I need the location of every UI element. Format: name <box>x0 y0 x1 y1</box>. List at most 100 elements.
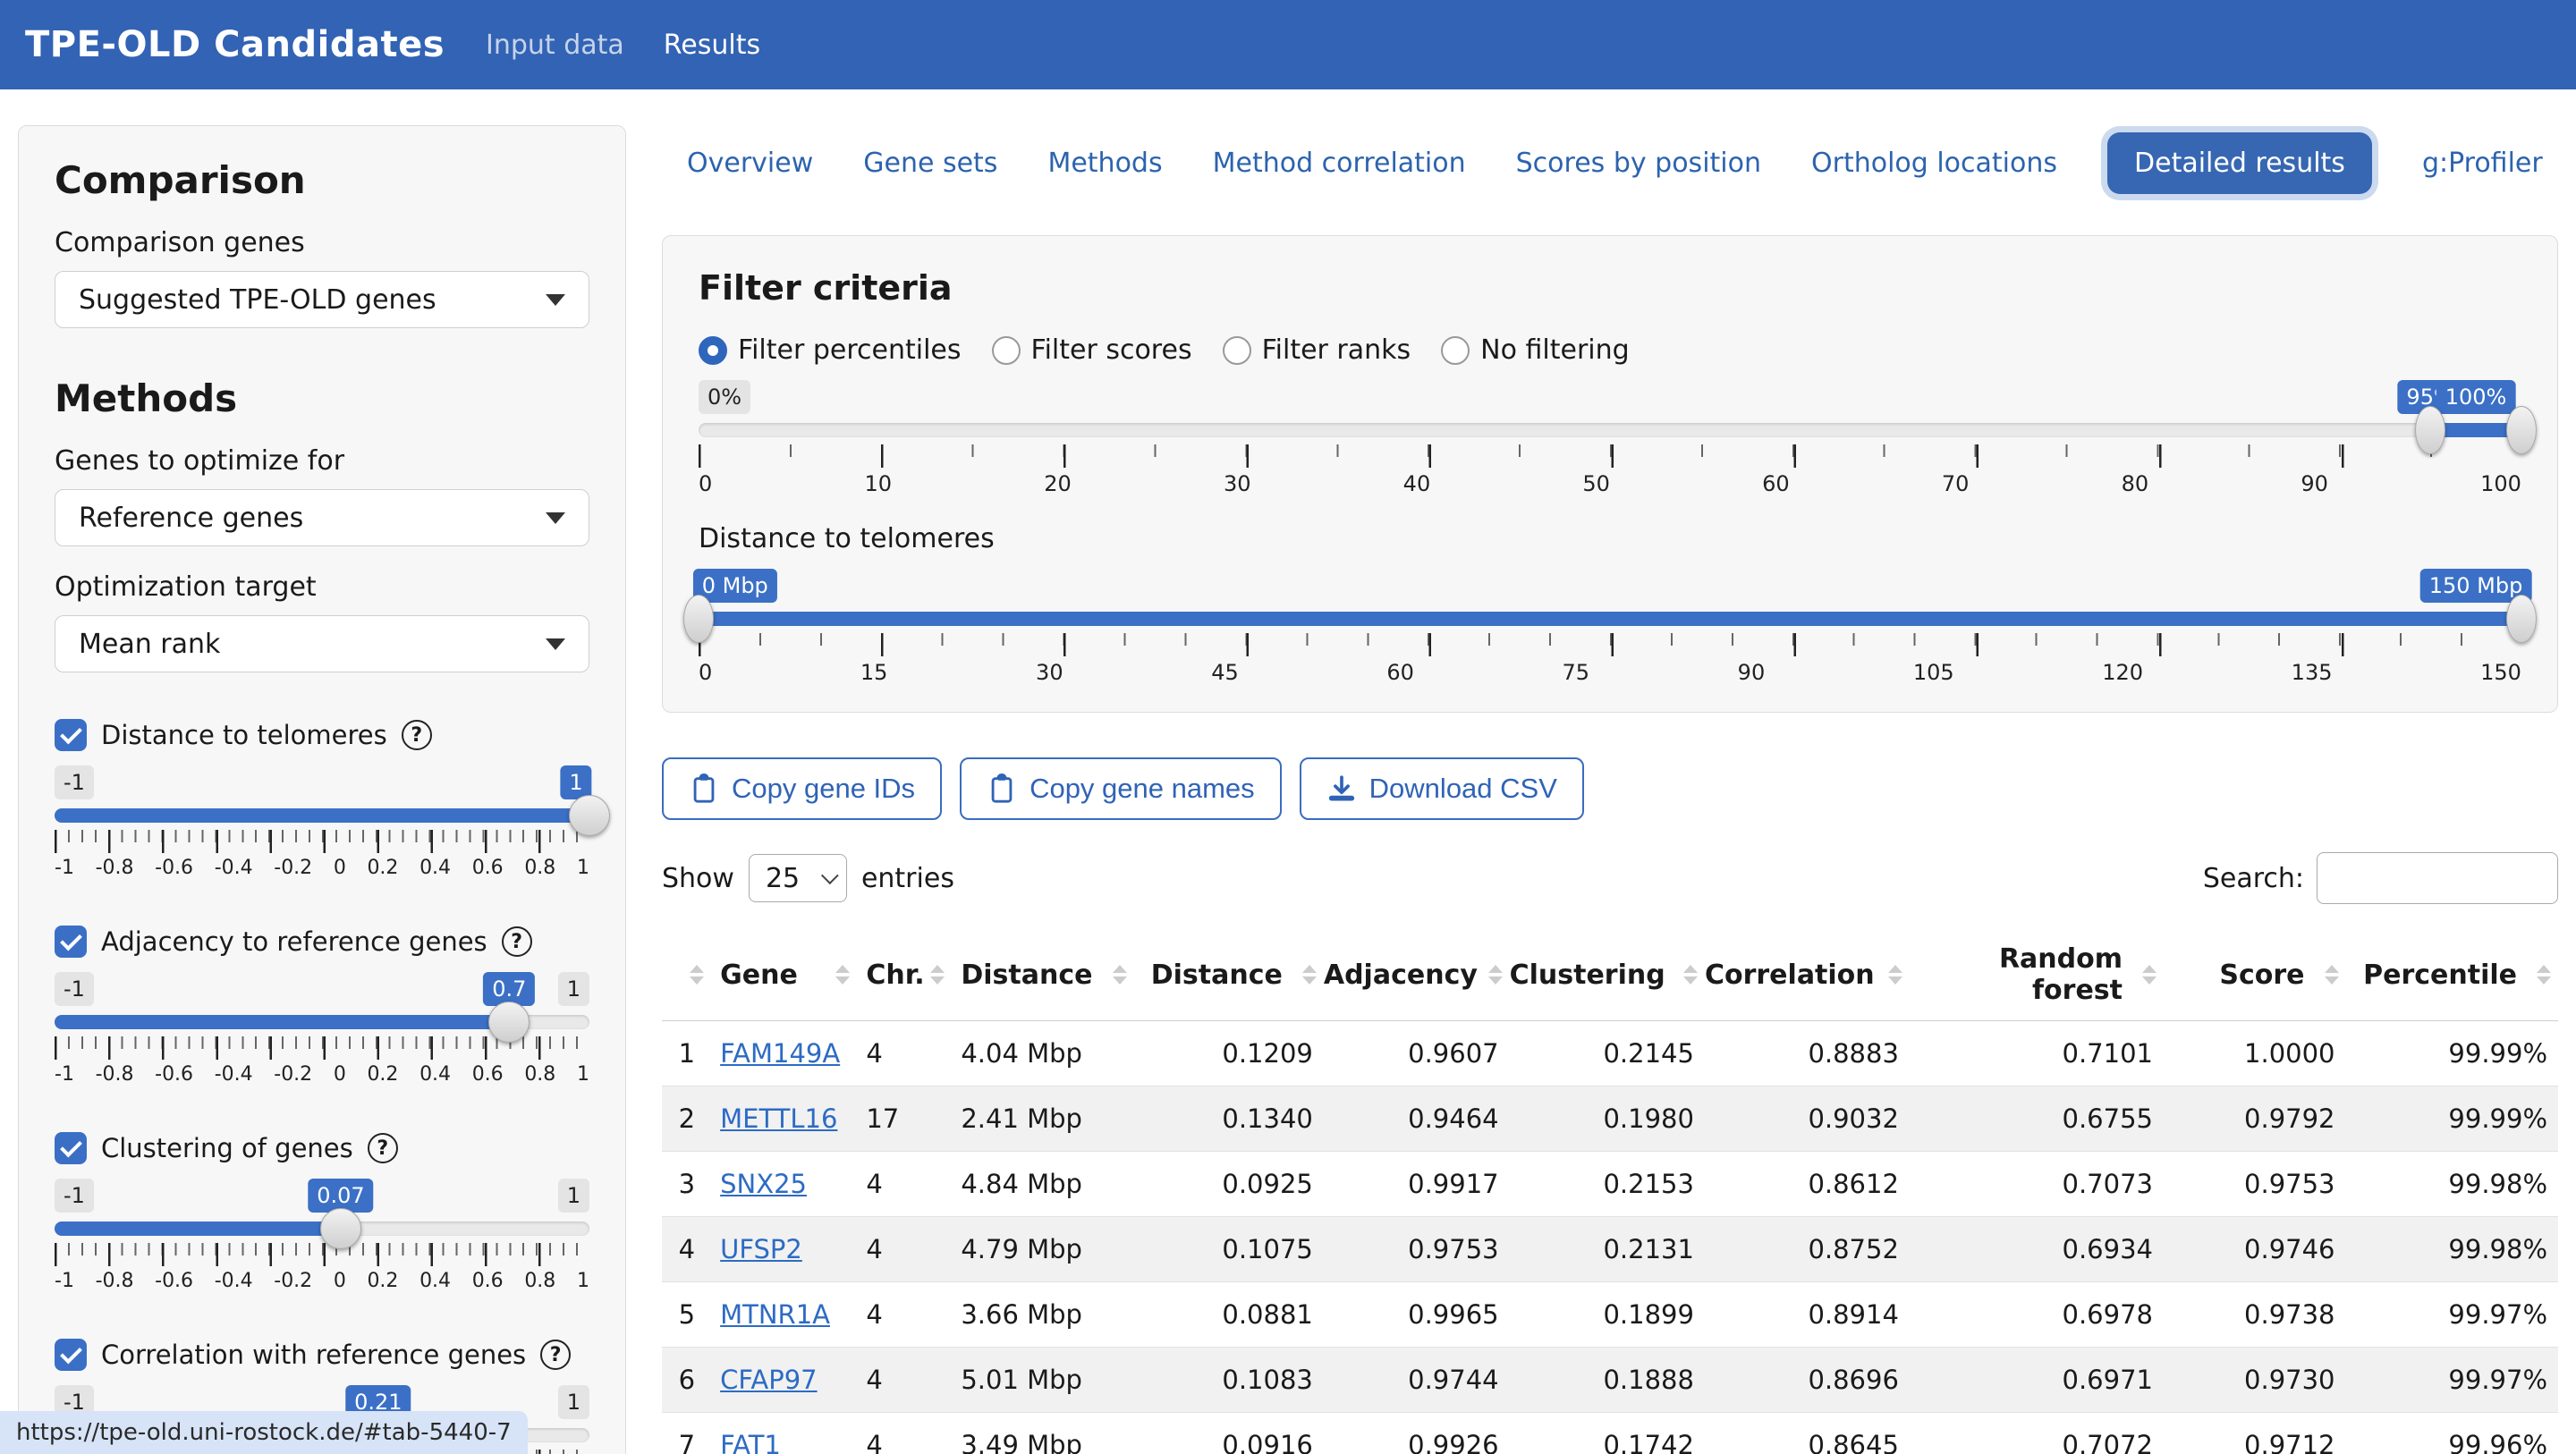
sort-icon <box>1683 965 1698 985</box>
slider-high-label: 100% <box>2436 380 2516 414</box>
radio-icon <box>1223 336 1251 365</box>
percentile-cell: 99.98% <box>2346 1152 2558 1217</box>
gene-link[interactable]: METTL16 <box>720 1103 837 1134</box>
slider-handle[interactable] <box>320 1208 361 1249</box>
header-score[interactable]: Score <box>2164 929 2346 1021</box>
tick-label: -1 <box>55 857 74 879</box>
header-percentile[interactable]: Percentile <box>2346 929 2558 1021</box>
gene-link[interactable]: FAM149A <box>720 1038 840 1069</box>
radio-filter-ranks[interactable]: Filter ranks <box>1223 334 1411 366</box>
genes-to-optimize-select[interactable]: Reference genes <box>55 489 589 546</box>
sort-icon <box>1888 965 1902 985</box>
tab-gene-sets[interactable]: Gene sets <box>863 148 997 179</box>
filter-heading: Filter criteria <box>699 268 2521 308</box>
header-gene[interactable]: Gene <box>711 929 857 1021</box>
nav-link-input-data[interactable]: Input data <box>486 30 624 61</box>
gene-cell: UFSP2 <box>711 1217 857 1282</box>
gene-link[interactable]: SNX25 <box>720 1169 807 1199</box>
header-chr[interactable]: Chr. <box>857 929 952 1021</box>
percentile-range-slider[interactable]: 0% 95% 100% 0102030405060708090100 <box>699 380 2521 496</box>
table-row: 7 FAT1 4 3.49 Mbp 0.0916 0.9926 0.1742 0… <box>662 1413 2558 1454</box>
header-random-forest[interactable]: Random forest <box>1910 929 2164 1021</box>
random-forest-cell: 0.6971 <box>1910 1348 2164 1413</box>
chevron-down-icon <box>821 866 839 884</box>
clustering-weight-slider[interactable]: -1 1 0.07 -1-0.8-0.6-0.4-0.200.20.40.60.… <box>55 1179 589 1292</box>
download-csv-button[interactable]: Download CSV <box>1300 757 1584 820</box>
slider-handle[interactable] <box>569 795 610 836</box>
distance-mbp-cell: 5.01 Mbp <box>952 1348 1134 1413</box>
tick-label: -0.6 <box>155 857 193 879</box>
gene-cell: FAM149A <box>711 1021 857 1086</box>
checkbox-correlation[interactable] <box>55 1339 87 1371</box>
radio-filter-percentiles[interactable]: Filter percentiles <box>699 334 962 366</box>
comparison-heading: Comparison <box>55 158 589 202</box>
tick-label: 0.6 <box>472 1270 504 1292</box>
search-label: Search: <box>2203 863 2304 894</box>
gene-link[interactable]: FAT1 <box>720 1430 781 1454</box>
distance-cell: 0.1209 <box>1134 1021 1324 1086</box>
entries-label: entries <box>861 863 954 894</box>
header-correlation[interactable]: Correlation <box>1705 929 1910 1021</box>
results-table: Gene Chr. Distance Distance Adjacency Cl… <box>662 929 2558 1454</box>
header-adjacency[interactable]: Adjacency <box>1324 929 1510 1021</box>
tab-scores-by-position[interactable]: Scores by position <box>1516 148 1761 179</box>
gene-link[interactable]: CFAP97 <box>720 1365 818 1395</box>
comparison-genes-select[interactable]: Suggested TPE-OLD genes <box>55 271 589 328</box>
tick-label: 0.4 <box>419 1270 451 1292</box>
gene-cell: CFAP97 <box>711 1348 857 1413</box>
tick-label: 100 <box>2480 471 2521 496</box>
distance-weight-slider[interactable]: -1 1 -1-0.8-0.6-0.4-0.200.20.40.60.81 <box>55 765 589 879</box>
optimization-target-select[interactable]: Mean rank <box>55 615 589 672</box>
radio-filter-scores[interactable]: Filter scores <box>992 334 1192 366</box>
tick-label: 0.8 <box>524 857 555 879</box>
gene-cell: MTNR1A <box>711 1282 857 1348</box>
checkbox-clustering[interactable] <box>55 1132 87 1164</box>
app-title: TPE-OLD Candidates <box>25 24 445 65</box>
search-input[interactable] <box>2317 852 2558 904</box>
adjacency-cell: 0.9607 <box>1324 1021 1510 1086</box>
tick-label: 50 <box>1582 471 1610 496</box>
header-index[interactable] <box>662 929 711 1021</box>
slider-handle-high[interactable] <box>2506 595 2537 643</box>
slider-handle-low[interactable] <box>683 595 714 643</box>
tab-detailed-results[interactable]: Detailed results <box>2107 132 2372 194</box>
tab-overview[interactable]: Overview <box>687 148 813 179</box>
checkbox-adjacency[interactable] <box>55 926 87 958</box>
nav-link-results[interactable]: Results <box>664 30 760 61</box>
help-icon[interactable]: ? <box>368 1133 398 1163</box>
header-distance[interactable]: Distance <box>1134 929 1324 1021</box>
checkbox-distance-to-telomeres[interactable] <box>55 719 87 751</box>
tick-label: 1 <box>577 857 589 879</box>
help-icon[interactable]: ? <box>402 720 432 750</box>
method-correlation-row: Correlation with reference genes ? <box>55 1339 589 1371</box>
slider-handle-low[interactable] <box>2415 406 2445 454</box>
tab-method-correlation[interactable]: Method correlation <box>1213 148 1466 179</box>
tab-methods[interactable]: Methods <box>1047 148 1162 179</box>
help-icon[interactable]: ? <box>502 926 532 957</box>
filter-card: Filter criteria Filter percentiles Filte… <box>662 235 2558 713</box>
radio-no-filtering[interactable]: No filtering <box>1441 334 1630 366</box>
tick-label: -0.2 <box>274 1270 312 1292</box>
header-distance-mbp[interactable]: Distance <box>952 929 1134 1021</box>
tab-ortholog-locations[interactable]: Ortholog locations <box>1811 148 2057 179</box>
tab-gprofiler[interactable]: g:Profiler <box>2422 148 2543 179</box>
tick-label: 0.2 <box>367 1063 398 1086</box>
copy-gene-names-button[interactable]: Copy gene names <box>960 757 1282 820</box>
rank-cell: 5 <box>662 1282 711 1348</box>
gene-link[interactable]: MTNR1A <box>720 1299 830 1330</box>
adjacency-weight-slider[interactable]: -1 1 0.7 -1-0.8-0.6-0.4-0.200.20.40.60.8… <box>55 972 589 1086</box>
score-cell: 0.9712 <box>2164 1413 2346 1454</box>
random-forest-cell: 0.7101 <box>1910 1021 2164 1086</box>
header-clustering[interactable]: Clustering <box>1510 929 1705 1021</box>
tick-label: -1 <box>55 1063 74 1086</box>
adjacency-cell: 0.9926 <box>1324 1413 1510 1454</box>
copy-gene-ids-button[interactable]: Copy gene IDs <box>662 757 942 820</box>
correlation-cell: 0.8883 <box>1705 1021 1910 1086</box>
page-size-select[interactable]: 25 <box>749 854 847 902</box>
slider-handle-high[interactable] <box>2506 406 2537 454</box>
slider-handle[interactable] <box>488 1002 530 1043</box>
help-icon[interactable]: ? <box>540 1340 571 1370</box>
distance-range-slider[interactable]: 0 Mbp 150 Mbp 0153045607590105120135150 <box>699 569 2521 685</box>
gene-link[interactable]: UFSP2 <box>720 1234 802 1264</box>
radio-icon <box>699 336 727 365</box>
